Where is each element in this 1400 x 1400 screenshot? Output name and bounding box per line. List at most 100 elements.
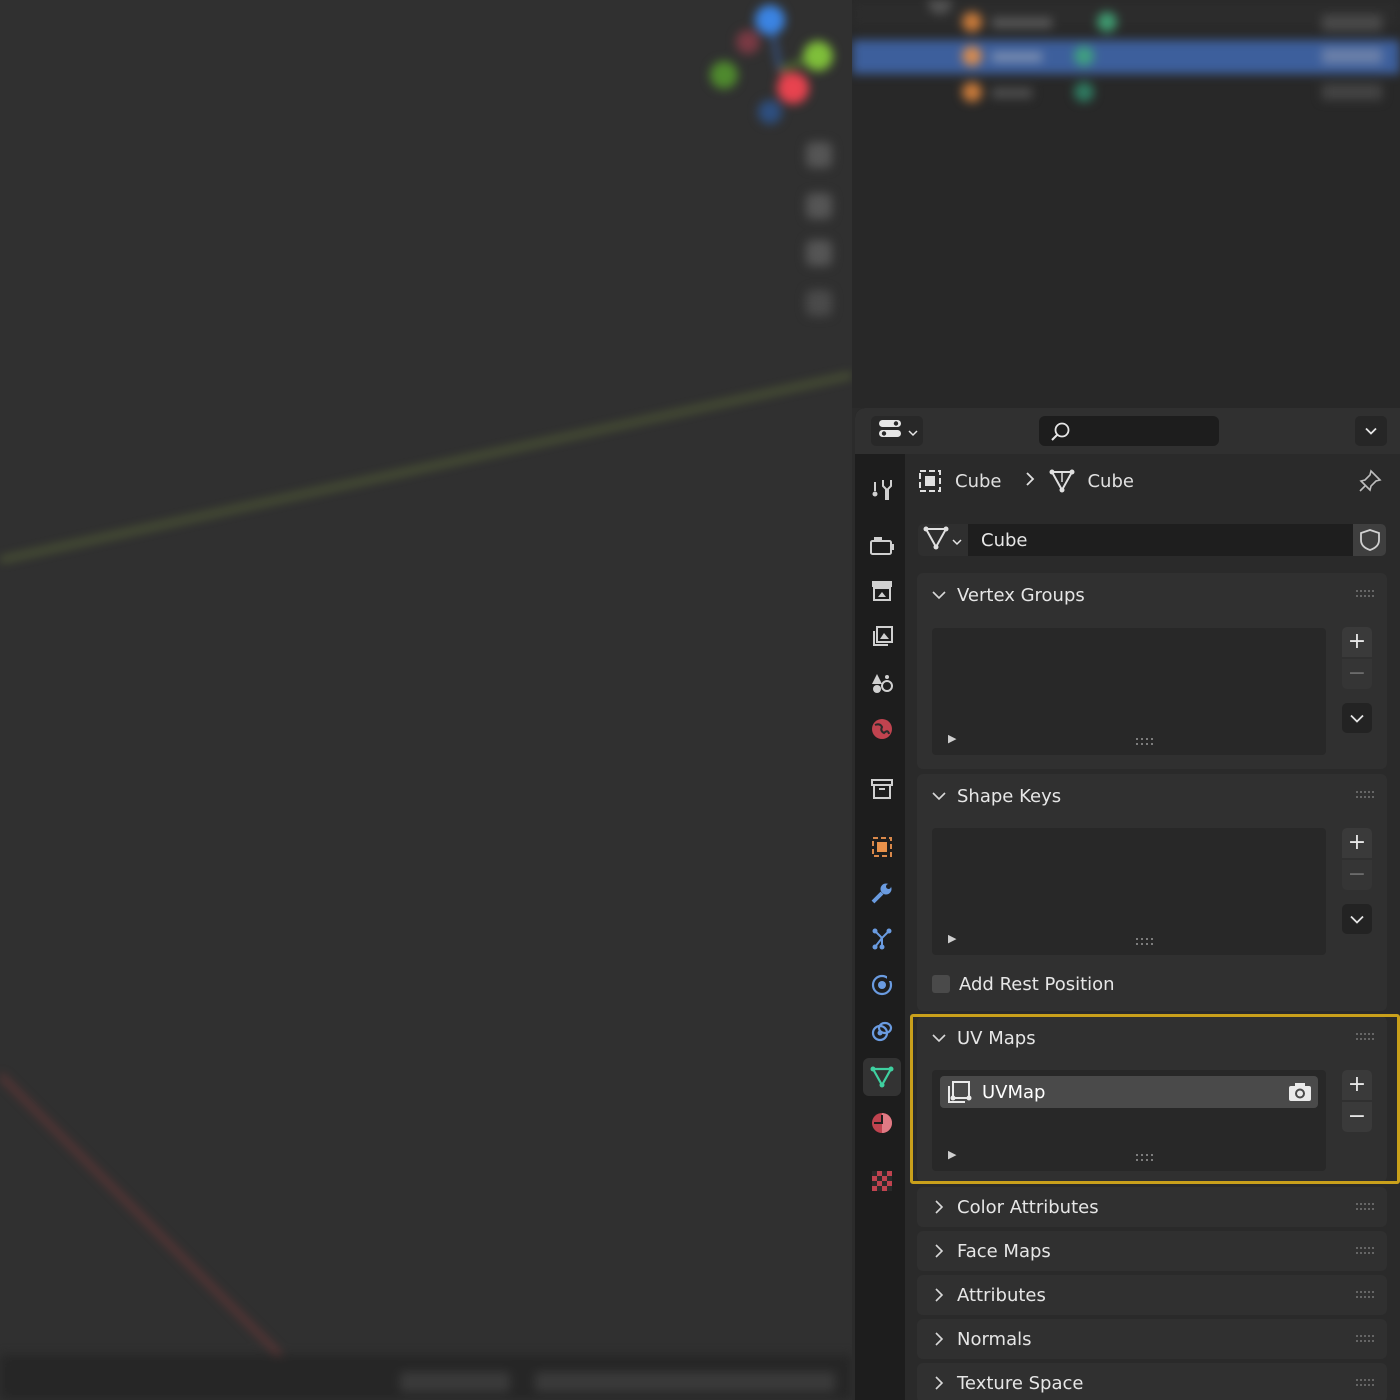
uv-maps-side-buttons: + − [1342,1070,1372,1132]
add-vertex-group-button[interactable]: + [1342,627,1372,657]
particles-tab-icon [872,928,892,950]
uv-maps-list[interactable]: UVMap ▶ [932,1070,1326,1171]
uv-maps-panel: UV Maps UVMap ▶ + − [917,1016,1387,1182]
search-icon [1051,422,1070,441]
breadcrumb: Cube Cube [917,466,1134,496]
tool-tab[interactable] [863,470,901,508]
output-tab[interactable] [863,572,901,610]
view-layer-tab[interactable] [863,618,901,656]
chevron-down-icon [931,791,949,801]
world-tab-icon [872,719,892,739]
drag-grip-icon[interactable] [1355,1202,1375,1212]
attributes-header[interactable]: Attributes [917,1275,1387,1315]
shape-keys-list[interactable]: ▶ [932,828,1326,955]
search-input[interactable] [1039,416,1219,446]
shape-key-specials-button[interactable] [1342,904,1372,934]
add-rest-position-checkbox[interactable] [932,975,950,993]
drag-grip-icon[interactable] [1355,790,1375,800]
add-shape-key-button[interactable]: + [1342,828,1372,858]
material-tab[interactable] [863,1104,901,1142]
chevron-right-icon [931,1243,949,1259]
chevron-down-icon [1350,915,1364,924]
shield-icon [1359,529,1380,551]
face-maps-header[interactable]: Face Maps [917,1231,1387,1271]
texture-space-panel[interactable]: Texture Space [917,1363,1387,1400]
vertex-groups-header[interactable]: Vertex Groups [917,573,1387,617]
navigation-gizmo[interactable] [0,0,852,400]
panel-title: Color Attributes [957,1196,1099,1218]
options-dropdown-button[interactable] [1355,416,1387,446]
remove-shape-key-button[interactable]: − [1342,860,1372,890]
output-tab-icon [872,581,892,601]
drag-grip-icon[interactable] [1355,589,1375,599]
properties-editor-icon [878,418,904,444]
panel-title: Normals [957,1328,1032,1350]
outliner-rows [852,0,1400,102]
panel-title: Texture Space [957,1372,1084,1394]
panel-title: UV Maps [957,1027,1036,1049]
list-filter-expander[interactable]: ▶ [948,932,956,945]
mesh-datablock-selector: Cube [918,524,1386,556]
render-tab[interactable] [863,526,901,564]
editor-type-button[interactable] [871,416,923,446]
physics-tab[interactable] [863,966,901,1004]
data-tab[interactable] [863,1058,901,1096]
add-rest-position-row[interactable]: Add Rest Position [932,972,1115,996]
breadcrumb-mesh-label: Cube [1087,470,1134,492]
fake-user-button[interactable] [1353,524,1386,556]
properties-tabs [855,454,905,1400]
properties-content: Cube Cube Cube Vertex Groups ▶ + − Shape… [905,454,1400,1400]
list-resize-grip-icon[interactable] [1135,1153,1155,1163]
add-uv-map-button[interactable]: + [1342,1070,1372,1100]
particles-tab[interactable] [863,920,901,958]
checkerboard-icon [872,1171,892,1191]
world-tab[interactable] [863,710,901,748]
drag-grip-icon[interactable] [1355,1246,1375,1256]
scene-tab[interactable] [863,664,901,702]
modifiers-tab[interactable] [863,874,901,912]
camera-icon[interactable] [1288,1081,1312,1108]
mesh-name-field[interactable]: Cube [968,524,1353,556]
chevron-right-icon [931,1331,949,1347]
drag-grip-icon[interactable] [1355,1378,1375,1388]
texture-space-header[interactable]: Texture Space [917,1363,1387,1400]
vertex-groups-panel: Vertex Groups ▶ + − [917,573,1387,769]
chevron-right-icon [931,1375,949,1391]
texture-tab[interactable] [863,1162,901,1200]
attributes-panel[interactable]: Attributes [917,1275,1387,1315]
remove-uv-map-button[interactable]: − [1342,1102,1372,1132]
color-attributes-header[interactable]: Color Attributes [917,1187,1387,1227]
normals-header[interactable]: Normals [917,1319,1387,1359]
chevron-down-icon [1350,714,1364,723]
3d-viewport[interactable] [0,0,852,1400]
constraints-tab[interactable] [863,1012,901,1050]
render-tab-icon [870,537,894,555]
uv-map-item[interactable]: UVMap [940,1076,1318,1108]
drag-grip-icon[interactable] [1355,1290,1375,1300]
chevron-right-icon [931,1287,949,1303]
drag-grip-icon[interactable] [1355,1032,1375,1042]
list-resize-grip-icon[interactable] [1135,737,1155,747]
chevron-down-icon [952,531,962,550]
face-maps-panel[interactable]: Face Maps [917,1231,1387,1271]
mesh-data-icon [923,525,949,555]
list-filter-expander[interactable]: ▶ [948,1148,956,1161]
scene-tab-icon [872,674,893,693]
collection-tab[interactable] [863,770,901,808]
shape-keys-header[interactable]: Shape Keys [917,774,1387,818]
uv-maps-header[interactable]: UV Maps [917,1016,1387,1060]
list-resize-grip-icon[interactable] [1135,937,1155,947]
color-attributes-panel[interactable]: Color Attributes [917,1187,1387,1227]
remove-vertex-group-button[interactable]: − [1342,659,1372,689]
pin-icon[interactable] [1357,468,1383,498]
list-filter-expander[interactable]: ▶ [948,732,956,745]
normals-panel[interactable]: Normals [917,1319,1387,1359]
object-tab[interactable] [863,828,901,866]
outliner[interactable] [852,0,1400,408]
constraints-tab-icon [871,1021,893,1042]
drag-grip-icon[interactable] [1355,1334,1375,1344]
browse-mesh-button[interactable] [918,524,968,556]
vertex-group-specials-button[interactable] [1342,703,1372,733]
vertex-groups-list[interactable]: ▶ [932,628,1326,755]
chevron-down-icon [931,590,949,600]
